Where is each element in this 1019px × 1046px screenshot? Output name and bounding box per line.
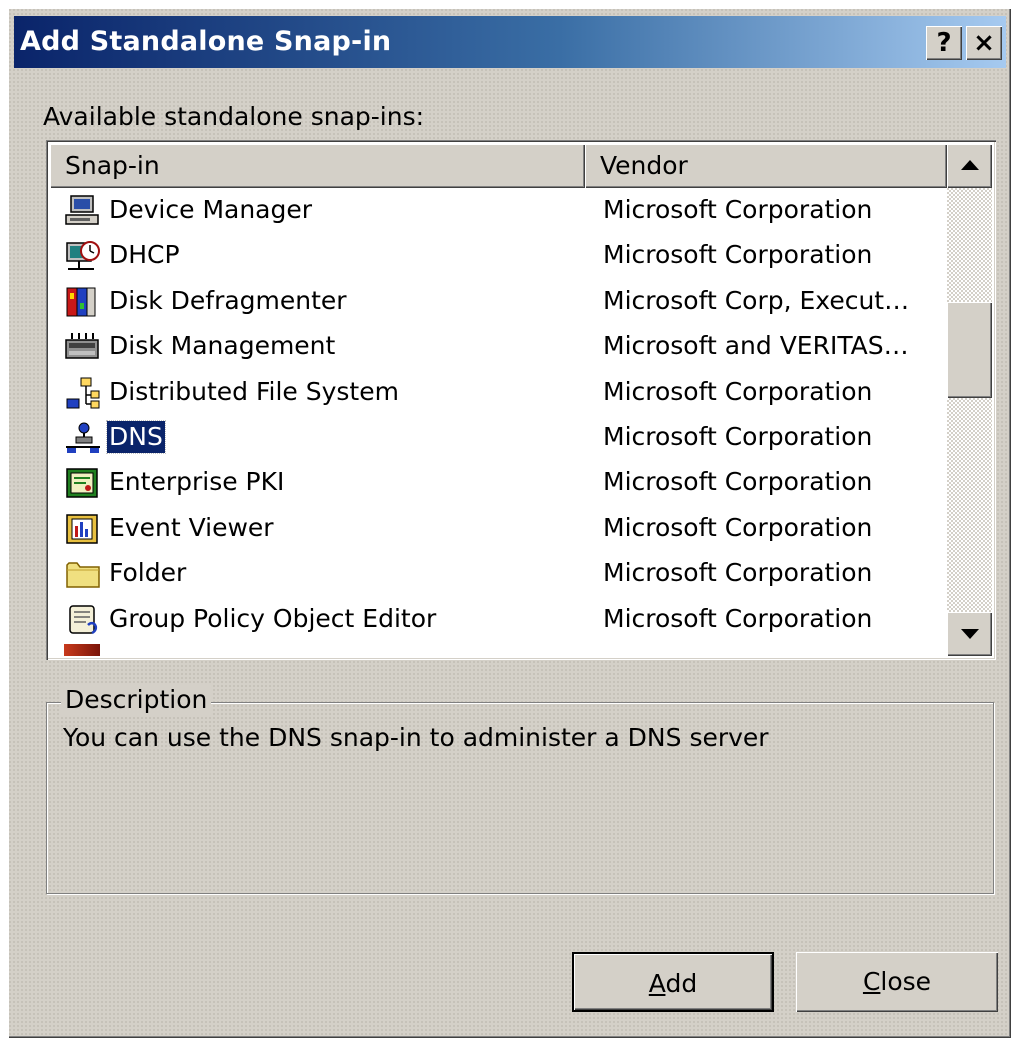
row-vendor: Microsoft Corporation (603, 512, 873, 542)
description-legend: Description (61, 685, 212, 715)
row-name: Distributed File System (109, 376, 399, 406)
scroll-thumb[interactable] (947, 302, 992, 398)
add-button-label: dd (665, 969, 698, 998)
list-item[interactable]: Folder Microsoft Corporation (50, 551, 946, 596)
add-button[interactable]: Add (572, 952, 774, 1012)
event-viewer-icon (66, 513, 98, 544)
row-name: Device Manager (109, 195, 313, 224)
row-name: Group Policy Object Editor (109, 603, 437, 633)
row-name: Disk Defragmenter (109, 285, 347, 315)
list-item[interactable]: Enterprise PKI Microsoft Corporation (50, 460, 946, 505)
disk-management-icon (65, 333, 99, 359)
description-text: You can use the DNS snap-in to administe… (63, 723, 769, 752)
row-name: DHCP (109, 240, 180, 270)
row-vendor: Microsoft Corporation (603, 195, 873, 224)
list-item-selected[interactable]: DNS Microsoft Corporation (50, 415, 946, 460)
title-bar[interactable]: Add Standalone Snap-in ? × (14, 16, 1006, 68)
row-vendor: Microsoft Corporation (603, 421, 873, 451)
arrow-up-icon (961, 160, 979, 170)
close-button-label: lose (880, 967, 932, 996)
scroll-up-button[interactable] (947, 144, 992, 188)
arrow-down-icon (961, 629, 979, 639)
close-button-accelerator: C (862, 967, 881, 996)
row-vendor: Microsoft Corporation (603, 558, 873, 588)
dns-icon (66, 422, 100, 453)
row-vendor: Microsoft Corp, Execut… (603, 285, 910, 315)
column-header-vendor[interactable]: Vendor (585, 144, 947, 188)
list-item[interactable]: DHCP Microsoft Corporation (50, 233, 946, 278)
row-name: DNS (106, 419, 166, 454)
scroll-down-button[interactable] (947, 612, 992, 656)
row-vendor: Microsoft Corporation (603, 376, 873, 406)
list-item[interactable]: Distributed File System Microsoft Corpor… (50, 370, 946, 415)
help-button[interactable]: ? (926, 26, 962, 60)
close-window-button[interactable]: × (966, 26, 1002, 60)
list-scrollbar[interactable] (947, 144, 992, 656)
partially-visible-row-icon (64, 644, 100, 656)
list-item[interactable]: Disk Defragmenter Microsoft Corp, Execut… (50, 279, 946, 324)
row-vendor: Microsoft Corporation (603, 240, 873, 270)
list-item[interactable]: Device Manager Microsoft Corporation (50, 188, 946, 233)
enterprise-pki-icon (66, 468, 98, 499)
row-vendor: Microsoft Corporation (603, 467, 873, 497)
snapin-rows: Device Manager Microsoft Corporation DHC… (50, 188, 946, 642)
device-manager-icon (65, 195, 99, 225)
row-name: Folder (109, 558, 187, 588)
description-group: Description You can use the DNS snap-in … (46, 685, 994, 894)
available-snapins-label: Available standalone snap-ins: (43, 102, 425, 131)
list-item[interactable]: Event Viewer Microsoft Corporation (50, 506, 946, 551)
group-policy-icon (69, 604, 98, 634)
folder-icon (66, 562, 100, 588)
row-name: Enterprise PKI (109, 467, 285, 497)
distributed-file-system-icon (66, 377, 100, 409)
row-name: Event Viewer (109, 512, 274, 542)
disk-defragmenter-icon (66, 287, 96, 317)
snapin-list[interactable]: Snap-in Vendor Device Manager Microsoft … (46, 140, 996, 660)
add-button-accelerator: A (648, 969, 666, 998)
close-button[interactable]: Close (796, 952, 998, 1012)
row-vendor: Microsoft and VERITAS… (603, 331, 909, 361)
window-title: Add Standalone Snap-in (20, 26, 392, 57)
list-item[interactable]: Disk Management Microsoft and VERITAS… (50, 324, 946, 369)
dhcp-icon (66, 241, 100, 271)
row-name: Disk Management (109, 331, 336, 361)
add-standalone-snapin-dialog: Add Standalone Snap-in ? × Available sta… (8, 8, 1011, 1038)
list-item[interactable]: Group Policy Object Editor Microsoft Cor… (50, 597, 946, 642)
row-vendor: Microsoft Corporation (603, 603, 873, 633)
column-header-snapin[interactable]: Snap-in (50, 144, 585, 188)
